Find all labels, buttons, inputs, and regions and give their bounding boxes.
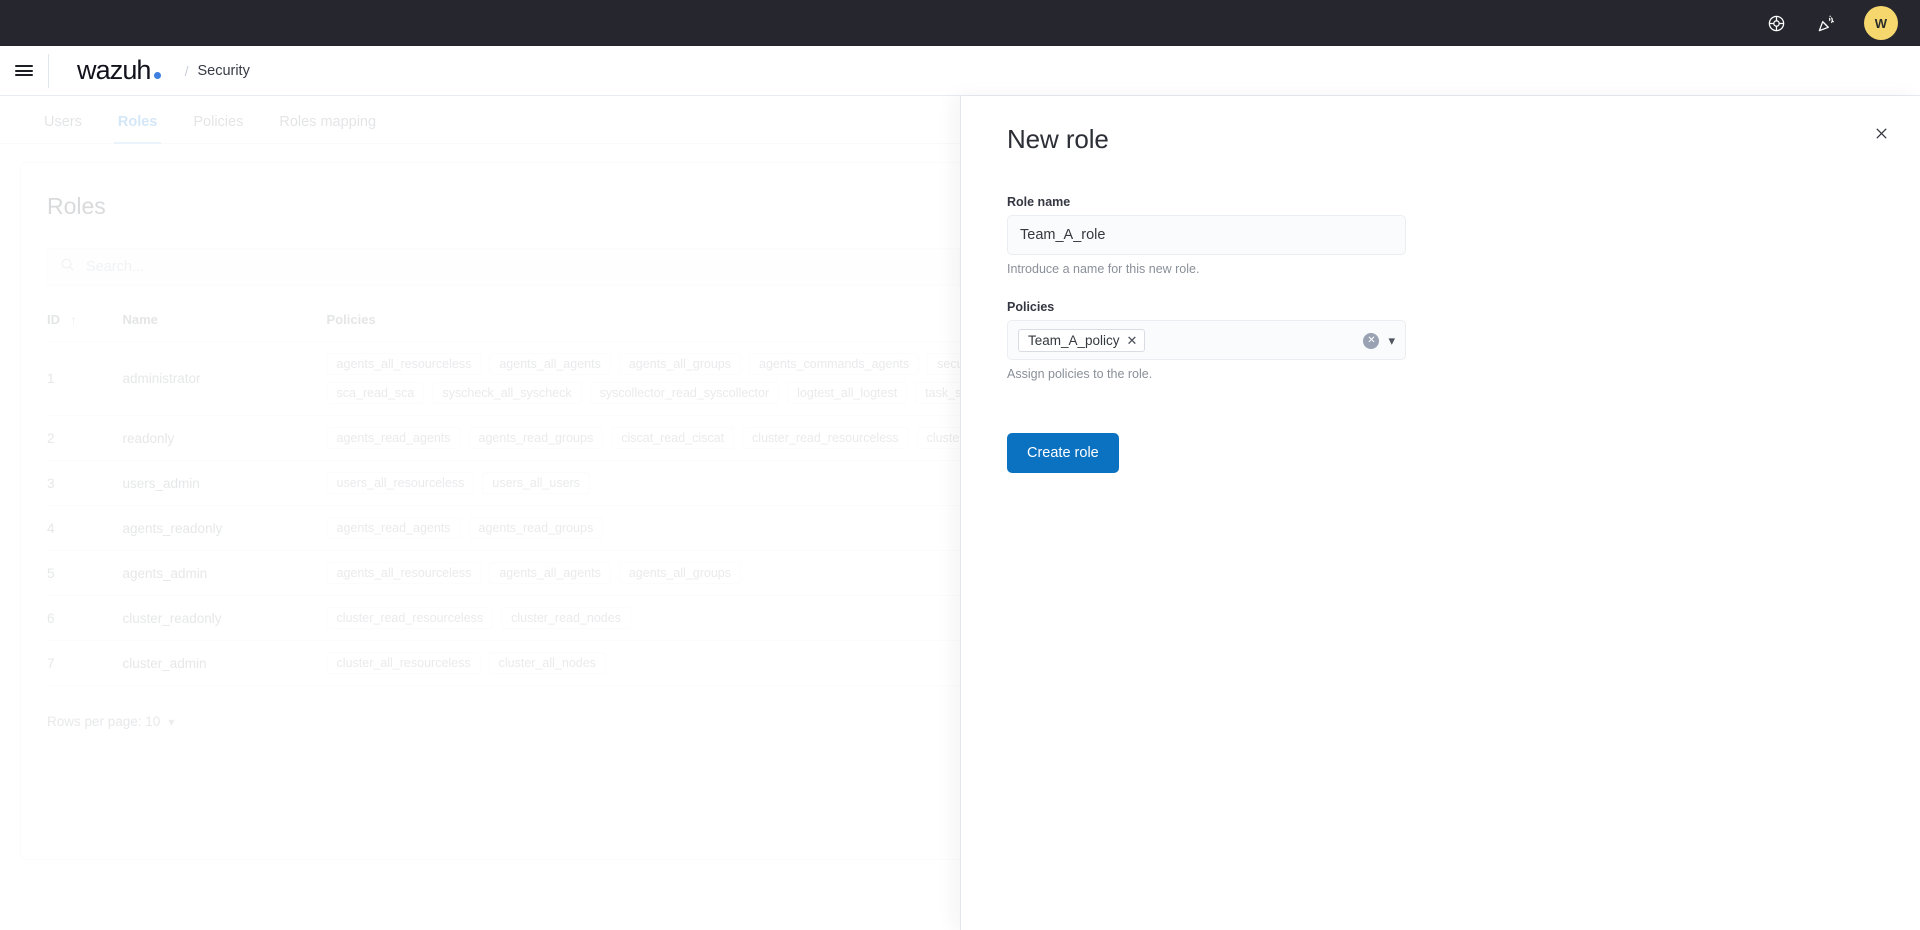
clear-input-icon[interactable]: ✕ [1363, 333, 1380, 349]
brand-dot-icon [153, 72, 161, 79]
role-name-label: Role name [1007, 195, 1071, 209]
cell-name: agents_readonly [122, 505, 327, 551]
cell-name: users_admin [122, 460, 327, 506]
breadcrumb-separator: / [184, 62, 189, 79]
cell-name: administrator [122, 341, 327, 416]
chevron-down-icon[interactable]: ▾ [1388, 333, 1395, 349]
application-header: wazuh / Security [0, 46, 1920, 96]
policy-badge: cluster_all_resourceless [326, 652, 481, 674]
help-icon[interactable] [1764, 11, 1788, 35]
topbar-icon-group: W [1764, 6, 1898, 40]
new-role-flyout: New role Role name Team_A_role Introduce… [960, 96, 1920, 930]
policy-badge: agents_read_groups [468, 427, 604, 449]
create-role-button[interactable]: Create role [1007, 433, 1119, 473]
cell-id: 4 [47, 505, 123, 551]
cell-id: 1 [47, 341, 123, 416]
column-header-id[interactable]: ID ↑ [47, 312, 123, 342]
policy-badge: agents_read_agents [326, 517, 461, 539]
rows-per-page-label: Rows per page: 10 [47, 714, 161, 729]
policy-pill[interactable]: Team_A_policy ✕ [1018, 328, 1146, 352]
cell-id: 7 [47, 640, 123, 686]
combobox-actions: ✕ ▾ [1363, 321, 1395, 361]
policy-badge: agents_all_resourceless [326, 353, 482, 375]
tab-roles[interactable]: Roles [100, 114, 176, 144]
cell-id: 3 [47, 460, 123, 506]
policy-badge: agents_commands_agents [749, 353, 920, 375]
policies-help-text: Assign policies to the role. [1007, 367, 1153, 381]
cell-id: 6 [47, 595, 123, 641]
policy-badge: agents_read_groups [468, 517, 604, 539]
user-avatar[interactable]: W [1864, 6, 1898, 40]
cell-name: agents_admin [122, 550, 327, 596]
cell-name: readonly [122, 415, 327, 461]
policy-badge: users_all_users [482, 472, 590, 494]
role-name-field[interactable]: Team_A_role [1007, 215, 1406, 255]
policy-badge: syscheck_all_syscheck [432, 382, 582, 404]
policy-badge: sca_read_sca [326, 382, 425, 404]
column-header-name[interactable]: Name [122, 312, 327, 342]
brand-name: wazuh [77, 55, 151, 85]
role-name-value: Team_A_role [1020, 227, 1106, 243]
policy-badge: logtest_all_logtest [787, 382, 908, 404]
breadcrumb-security[interactable]: Security [197, 63, 249, 79]
announcements-icon[interactable] [1814, 11, 1838, 35]
remove-policy-icon[interactable]: ✕ [1127, 334, 1138, 347]
wazuh-logo[interactable]: wazuh [77, 57, 161, 84]
flyout-title: New role [1007, 124, 1109, 154]
cell-name: cluster_readonly [122, 595, 327, 641]
policy-badge: agents_all_agents [489, 562, 611, 584]
tab-policies[interactable]: Policies [175, 114, 261, 143]
policy-badge: syscollector_read_syscollector [589, 382, 780, 404]
policy-badge: agents_read_agents [326, 427, 461, 449]
policy-badge: agents_all_groups [618, 353, 742, 375]
policy-badge: users_all_resourceless [326, 472, 475, 494]
policy-badge: cluster_all_nodes [488, 652, 606, 674]
policy-badge: agents_all_resourceless [326, 562, 482, 584]
hamburger-menu-icon[interactable] [0, 46, 48, 96]
cell-name: cluster_admin [122, 640, 327, 686]
policy-badge: ciscat_read_ciscat [611, 427, 735, 449]
policy-badge: agents_all_agents [489, 353, 611, 375]
top-navigation-bar: W [0, 0, 1920, 46]
policies-combobox[interactable]: Team_A_policy ✕ ✕ ▾ [1007, 320, 1406, 360]
tab-users[interactable]: Users [26, 114, 100, 143]
header-divider [48, 53, 49, 88]
cell-id: 2 [47, 415, 123, 461]
policy-badge: agents_all_groups [618, 562, 742, 584]
search-icon [60, 257, 75, 277]
role-name-help-text: Introduce a name for this new role. [1007, 262, 1200, 276]
policy-badge: cluster_read_resourceless [326, 607, 494, 629]
close-icon[interactable] [1868, 120, 1894, 146]
sort-ascending-icon: ↑ [70, 313, 77, 327]
search-placeholder: Search... [86, 259, 145, 275]
cell-id: 5 [47, 550, 123, 596]
column-header-id-label: ID [47, 312, 60, 327]
policies-label: Policies [1007, 300, 1055, 314]
policy-badge: cluster_read_nodes [501, 607, 631, 629]
chevron-down-icon: ▾ [168, 714, 175, 729]
policy-badge: cluster_read_resourceless [742, 427, 909, 449]
tab-roles-mapping[interactable]: Roles mapping [261, 114, 394, 143]
policy-pill-label: Team_A_policy [1028, 332, 1120, 348]
